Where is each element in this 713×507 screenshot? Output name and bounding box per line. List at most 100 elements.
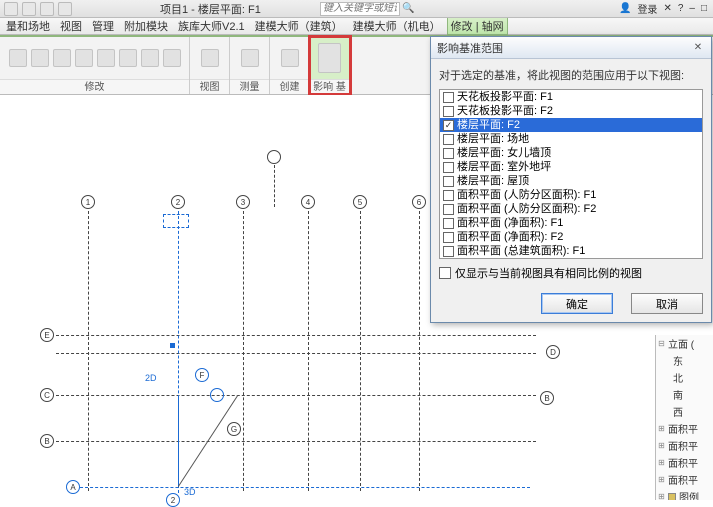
tab-6[interactable]: 建模大师（机电）	[349, 18, 445, 34]
ribbon-icon[interactable]	[241, 49, 259, 67]
ribbon-icon[interactable]	[97, 49, 115, 67]
browser-area-item[interactable]: ⊞面积平	[656, 454, 713, 471]
cancel-button[interactable]: 取消	[631, 293, 703, 314]
sel-circle[interactable]	[210, 388, 224, 402]
grid-bubble-a[interactable]: A	[66, 480, 80, 494]
qat-redo-icon[interactable]	[40, 2, 54, 16]
grid-bubble-3[interactable]: 3	[236, 195, 250, 209]
list-item[interactable]: 楼层平面: 女儿墙顶	[440, 146, 702, 160]
tab-7[interactable]: 修改 | 轴网	[447, 17, 508, 35]
browser-item[interactable]: 南	[656, 386, 713, 403]
browser-section[interactable]: ⊟立面 (	[656, 335, 713, 352]
browser-item[interactable]: 东	[656, 352, 713, 369]
list-item[interactable]: 面积平面 (净面积): F1	[440, 216, 702, 230]
grid-bubble-1[interactable]: 1	[81, 195, 95, 209]
browser-area-item[interactable]: ⊞面积平	[656, 471, 713, 488]
search-input[interactable]	[320, 2, 400, 16]
tab-1[interactable]: 视图	[56, 18, 86, 34]
browser-item[interactable]: 北	[656, 369, 713, 386]
list-item[interactable]: 楼层平面: 室外地坪	[440, 160, 702, 174]
checkbox-icon[interactable]	[443, 204, 454, 215]
list-item[interactable]: 面积平面 (净面积): F2	[440, 230, 702, 244]
grid-bubble-6[interactable]: 6	[412, 195, 426, 209]
list-item[interactable]: 面积平面 (人防分区面积): F1	[440, 188, 702, 202]
checkbox-icon[interactable]: ✓	[443, 120, 454, 131]
checkbox-icon[interactable]	[443, 106, 454, 117]
tab-3[interactable]: 附加模块	[120, 18, 172, 34]
grip-box-top[interactable]	[163, 214, 189, 228]
qat-save-icon[interactable]	[4, 2, 18, 16]
close-icon[interactable]: ✕	[691, 41, 705, 55]
ribbon-panel-4: 影响 基准	[310, 37, 350, 94]
tab-0[interactable]: 量和场地	[2, 18, 54, 34]
browser-legend[interactable]: ⊞图例	[656, 488, 713, 500]
list-item[interactable]: 面积平面 (总建筑面积): F1	[440, 244, 702, 258]
list-item[interactable]: 天花板投影平面: F2	[440, 104, 702, 118]
checkbox-icon[interactable]	[443, 92, 454, 103]
list-item[interactable]: 天花板投影平面: F1	[440, 90, 702, 104]
grid-bubble-b2[interactable]: B	[540, 391, 554, 405]
grip-node[interactable]	[170, 343, 175, 348]
ribbon-icon[interactable]	[75, 49, 93, 67]
min-icon[interactable]: –	[689, 3, 695, 14]
list-item[interactable]: 面积平面 (总建筑面积): F2	[440, 258, 702, 259]
checkbox-icon[interactable]	[443, 148, 454, 159]
checkbox-icon[interactable]	[443, 246, 454, 257]
checkbox-icon[interactable]	[443, 232, 454, 243]
grid-bubble-c[interactable]: C	[40, 388, 54, 402]
checkbox-icon[interactable]	[439, 267, 451, 279]
list-item[interactable]: 面积平面 (人防分区面积): F2	[440, 202, 702, 216]
comm-icon[interactable]: ✕	[663, 3, 671, 14]
ribbon-icon[interactable]	[31, 49, 49, 67]
quick-access-toolbar	[4, 2, 72, 16]
grid-bubble-5[interactable]: 5	[353, 195, 367, 209]
grid-bubble-e[interactable]: E	[40, 328, 54, 342]
grid-bubble-2[interactable]: 2	[171, 195, 185, 209]
tab-4[interactable]: 族库大师V2.1	[174, 18, 249, 34]
user-icon[interactable]: 👤	[619, 3, 631, 14]
login-link[interactable]: 登录	[637, 1, 657, 16]
ribbon-icon[interactable]	[53, 49, 71, 67]
browser-item[interactable]: 西	[656, 403, 713, 420]
grid-bubble-d[interactable]: D	[546, 345, 560, 359]
ribbon-icon[interactable]	[141, 49, 159, 67]
ribbon-icon[interactable]	[318, 43, 341, 73]
grid-bubble-b[interactable]: B	[40, 434, 54, 448]
ok-button[interactable]: 确定	[541, 293, 613, 314]
list-item[interactable]: ✓楼层平面: F2	[440, 118, 702, 132]
grid-bubble-2b[interactable]: 2	[166, 493, 180, 507]
ribbon-icon[interactable]	[119, 49, 137, 67]
ribbon-icon[interactable]	[201, 49, 219, 67]
grid-bubble-top[interactable]	[267, 150, 281, 164]
dim-2d[interactable]: 2D	[145, 373, 157, 383]
dim-3d[interactable]: 3D	[184, 487, 196, 497]
grid-bubble-g[interactable]: G	[227, 422, 241, 436]
view-list[interactable]: 天花板投影平面: F1天花板投影平面: F2✓楼层平面: F2楼层平面: 场地楼…	[439, 89, 703, 259]
project-browser[interactable]: ⊟立面 ( 东北南西 ⊞面积平⊞面积平⊞面积平⊞面积平 ⊞图例 ⊞明细表 ⊟图纸…	[655, 335, 713, 500]
browser-area-item[interactable]: ⊞面积平	[656, 420, 713, 437]
help-icon[interactable]: ?	[678, 3, 684, 14]
grid-bubble-f[interactable]: F	[195, 368, 209, 382]
grid-line-h-sel[interactable]	[70, 487, 530, 488]
dialog-titlebar[interactable]: 影响基准范围 ✕	[431, 37, 711, 59]
ribbon-icon[interactable]	[281, 49, 299, 67]
same-scale-option[interactable]: 仅显示与当前视图具有相同比例的视图	[439, 265, 703, 281]
tab-2[interactable]: 管理	[88, 18, 118, 34]
checkbox-icon[interactable]	[443, 190, 454, 201]
search-icon[interactable]: 🔍	[402, 3, 414, 14]
tab-5[interactable]: 建模大师（建筑）	[251, 18, 347, 34]
checkbox-icon[interactable]	[443, 218, 454, 229]
list-item[interactable]: 楼层平面: 场地	[440, 132, 702, 146]
browser-area-item[interactable]: ⊞面积平	[656, 437, 713, 454]
qat-undo-icon[interactable]	[22, 2, 36, 16]
qat-print-icon[interactable]	[58, 2, 72, 16]
checkbox-icon[interactable]	[443, 176, 454, 187]
checkbox-icon[interactable]	[443, 134, 454, 145]
checkbox-icon[interactable]	[443, 162, 454, 173]
ribbon-icon[interactable]	[163, 49, 181, 67]
grid-bubble-4[interactable]: 4	[301, 195, 315, 209]
ribbon-icon[interactable]	[9, 49, 27, 67]
ribbon-tabs: 量和场地视图管理附加模块族库大师V2.1建模大师（建筑）建模大师（机电）修改 |…	[0, 18, 713, 35]
max-icon[interactable]: □	[701, 3, 707, 14]
list-item[interactable]: 楼层平面: 屋顶	[440, 174, 702, 188]
